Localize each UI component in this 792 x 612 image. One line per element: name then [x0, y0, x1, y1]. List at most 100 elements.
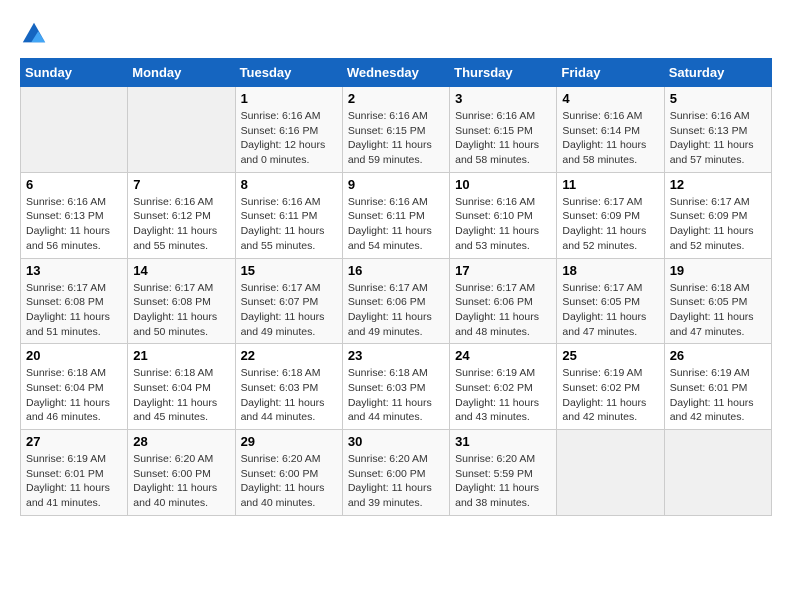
logo-icon — [20, 20, 48, 48]
calendar-week-row: 13 Sunrise: 6:17 AM Sunset: 6:08 PM Dayli… — [21, 258, 772, 344]
day-number: 20 — [26, 348, 122, 363]
calendar-week-row: 6Sunrise: 6:16 AM Sunset: 6:13 PM Daylig… — [21, 172, 772, 258]
day-info: Sunrise: 6:17 AM Sunset: 6:08 PM Dayligh… — [26, 281, 122, 340]
calendar-cell: 6Sunrise: 6:16 AM Sunset: 6:13 PM Daylig… — [21, 172, 128, 258]
day-info: Sunrise: 6:16 AM Sunset: 6:16 PM Dayligh… — [241, 109, 337, 168]
calendar-cell: 9 Sunrise: 6:16 AM Sunset: 6:11 PM Daylig… — [342, 172, 449, 258]
calendar-cell: 16Sunrise: 6:17 AM Sunset: 6:06 PM Dayli… — [342, 258, 449, 344]
day-number: 10 — [455, 177, 551, 192]
calendar-cell: 18 Sunrise: 6:17 AM Sunset: 6:05 PM Dayli… — [557, 258, 664, 344]
weekday-header: Sunday — [21, 59, 128, 87]
day-number: 31 — [455, 434, 551, 449]
day-info: Sunrise: 6:20 AM Sunset: 6:00 PM Dayligh… — [241, 452, 337, 511]
day-info: Sunrise: 6:16 AM Sunset: 6:12 PM Dayligh… — [133, 195, 229, 254]
day-info: Sunrise: 6:16 AM Sunset: 6:14 PM Dayligh… — [562, 109, 658, 168]
day-number: 26 — [670, 348, 766, 363]
calendar-cell: 20Sunrise: 6:18 AM Sunset: 6:04 PM Dayli… — [21, 344, 128, 430]
day-info: Sunrise: 6:17 AM Sunset: 6:05 PM Dayligh… — [562, 281, 658, 340]
calendar-cell — [557, 430, 664, 516]
calendar-cell: 21 Sunrise: 6:18 AM Sunset: 6:04 PM Dayli… — [128, 344, 235, 430]
calendar-cell: 31 Sunrise: 6:20 AM Sunset: 5:59 PM Dayli… — [450, 430, 557, 516]
weekday-header: Thursday — [450, 59, 557, 87]
day-number: 30 — [348, 434, 444, 449]
weekday-header: Wednesday — [342, 59, 449, 87]
day-info: Sunrise: 6:18 AM Sunset: 6:03 PM Dayligh… — [348, 366, 444, 425]
calendar-cell: 11Sunrise: 6:17 AM Sunset: 6:09 PM Dayli… — [557, 172, 664, 258]
day-number: 13 — [26, 263, 122, 278]
day-info: Sunrise: 6:16 AM Sunset: 6:11 PM Dayligh… — [241, 195, 337, 254]
calendar-cell — [128, 87, 235, 173]
weekday-header: Monday — [128, 59, 235, 87]
calendar-cell: 5Sunrise: 6:16 AM Sunset: 6:13 PM Daylig… — [664, 87, 771, 173]
day-info: Sunrise: 6:17 AM Sunset: 6:08 PM Dayligh… — [133, 281, 229, 340]
weekday-header: Friday — [557, 59, 664, 87]
day-info: Sunrise: 6:18 AM Sunset: 6:05 PM Dayligh… — [670, 281, 766, 340]
calendar-cell: 19 Sunrise: 6:18 AM Sunset: 6:05 PM Dayli… — [664, 258, 771, 344]
day-number: 23 — [348, 348, 444, 363]
calendar-cell: 30 Sunrise: 6:20 AM Sunset: 6:00 PM Dayli… — [342, 430, 449, 516]
calendar-cell: 2 Sunrise: 6:16 AM Sunset: 6:15 PM Daylig… — [342, 87, 449, 173]
day-info: Sunrise: 6:17 AM Sunset: 6:09 PM Dayligh… — [562, 195, 658, 254]
day-number: 1 — [241, 91, 337, 106]
calendar-cell: 4 Sunrise: 6:16 AM Sunset: 6:14 PM Daylig… — [557, 87, 664, 173]
day-number: 2 — [348, 91, 444, 106]
calendar-cell: 3 Sunrise: 6:16 AM Sunset: 6:15 PM Daylig… — [450, 87, 557, 173]
day-info: Sunrise: 6:19 AM Sunset: 6:01 PM Dayligh… — [670, 366, 766, 425]
day-info: Sunrise: 6:17 AM Sunset: 6:06 PM Dayligh… — [348, 281, 444, 340]
calendar-cell: 12 Sunrise: 6:17 AM Sunset: 6:09 PM Dayli… — [664, 172, 771, 258]
day-number: 15 — [241, 263, 337, 278]
day-number: 4 — [562, 91, 658, 106]
day-info: Sunrise: 6:18 AM Sunset: 6:03 PM Dayligh… — [241, 366, 337, 425]
weekday-header: Tuesday — [235, 59, 342, 87]
day-number: 7 — [133, 177, 229, 192]
calendar-cell: 10 Sunrise: 6:16 AM Sunset: 6:10 PM Dayli… — [450, 172, 557, 258]
calendar-cell: 14 Sunrise: 6:17 AM Sunset: 6:08 PM Dayli… — [128, 258, 235, 344]
day-number: 6 — [26, 177, 122, 192]
calendar-cell: 25Sunrise: 6:19 AM Sunset: 6:02 PM Dayli… — [557, 344, 664, 430]
day-info: Sunrise: 6:20 AM Sunset: 6:00 PM Dayligh… — [348, 452, 444, 511]
day-number: 25 — [562, 348, 658, 363]
calendar-header: SundayMondayTuesdayWednesdayThursdayFrid… — [21, 59, 772, 87]
day-number: 22 — [241, 348, 337, 363]
day-number: 17 — [455, 263, 551, 278]
day-number: 14 — [133, 263, 229, 278]
calendar-cell: 13 Sunrise: 6:17 AM Sunset: 6:08 PM Dayli… — [21, 258, 128, 344]
calendar-cell: 22 Sunrise: 6:18 AM Sunset: 6:03 PM Dayli… — [235, 344, 342, 430]
calendar-cell: 17 Sunrise: 6:17 AM Sunset: 6:06 PM Dayli… — [450, 258, 557, 344]
calendar-cell: 15 Sunrise: 6:17 AM Sunset: 6:07 PM Dayli… — [235, 258, 342, 344]
day-info: Sunrise: 6:19 AM Sunset: 6:01 PM Dayligh… — [26, 452, 122, 511]
day-info: Sunrise: 6:20 AM Sunset: 5:59 PM Dayligh… — [455, 452, 551, 511]
day-number: 18 — [562, 263, 658, 278]
day-number: 8 — [241, 177, 337, 192]
day-number: 28 — [133, 434, 229, 449]
day-number: 21 — [133, 348, 229, 363]
calendar-cell: 27 Sunrise: 6:19 AM Sunset: 6:01 PM Dayli… — [21, 430, 128, 516]
day-info: Sunrise: 6:17 AM Sunset: 6:06 PM Dayligh… — [455, 281, 551, 340]
day-number: 24 — [455, 348, 551, 363]
day-info: Sunrise: 6:16 AM Sunset: 6:11 PM Dayligh… — [348, 195, 444, 254]
calendar-cell: 24Sunrise: 6:19 AM Sunset: 6:02 PM Dayli… — [450, 344, 557, 430]
day-info: Sunrise: 6:16 AM Sunset: 6:10 PM Dayligh… — [455, 195, 551, 254]
calendar-table: SundayMondayTuesdayWednesdayThursdayFrid… — [20, 58, 772, 516]
calendar-cell — [21, 87, 128, 173]
day-info: Sunrise: 6:17 AM Sunset: 6:07 PM Dayligh… — [241, 281, 337, 340]
day-info: Sunrise: 6:17 AM Sunset: 6:09 PM Dayligh… — [670, 195, 766, 254]
calendar-cell: 7 Sunrise: 6:16 AM Sunset: 6:12 PM Daylig… — [128, 172, 235, 258]
calendar-week-row: 27 Sunrise: 6:19 AM Sunset: 6:01 PM Dayli… — [21, 430, 772, 516]
day-info: Sunrise: 6:16 AM Sunset: 6:15 PM Dayligh… — [348, 109, 444, 168]
day-info: Sunrise: 6:16 AM Sunset: 6:15 PM Dayligh… — [455, 109, 551, 168]
calendar-body: 1 Sunrise: 6:16 AM Sunset: 6:16 PM Daylig… — [21, 87, 772, 516]
day-number: 27 — [26, 434, 122, 449]
day-number: 3 — [455, 91, 551, 106]
day-number: 12 — [670, 177, 766, 192]
calendar-cell — [664, 430, 771, 516]
weekday-header: Saturday — [664, 59, 771, 87]
day-number: 9 — [348, 177, 444, 192]
day-info: Sunrise: 6:16 AM Sunset: 6:13 PM Dayligh… — [670, 109, 766, 168]
calendar-cell: 23 Sunrise: 6:18 AM Sunset: 6:03 PM Dayli… — [342, 344, 449, 430]
day-number: 19 — [670, 263, 766, 278]
day-info: Sunrise: 6:18 AM Sunset: 6:04 PM Dayligh… — [133, 366, 229, 425]
calendar-week-row: 1 Sunrise: 6:16 AM Sunset: 6:16 PM Daylig… — [21, 87, 772, 173]
calendar-cell: 8 Sunrise: 6:16 AM Sunset: 6:11 PM Daylig… — [235, 172, 342, 258]
day-number: 29 — [241, 434, 337, 449]
